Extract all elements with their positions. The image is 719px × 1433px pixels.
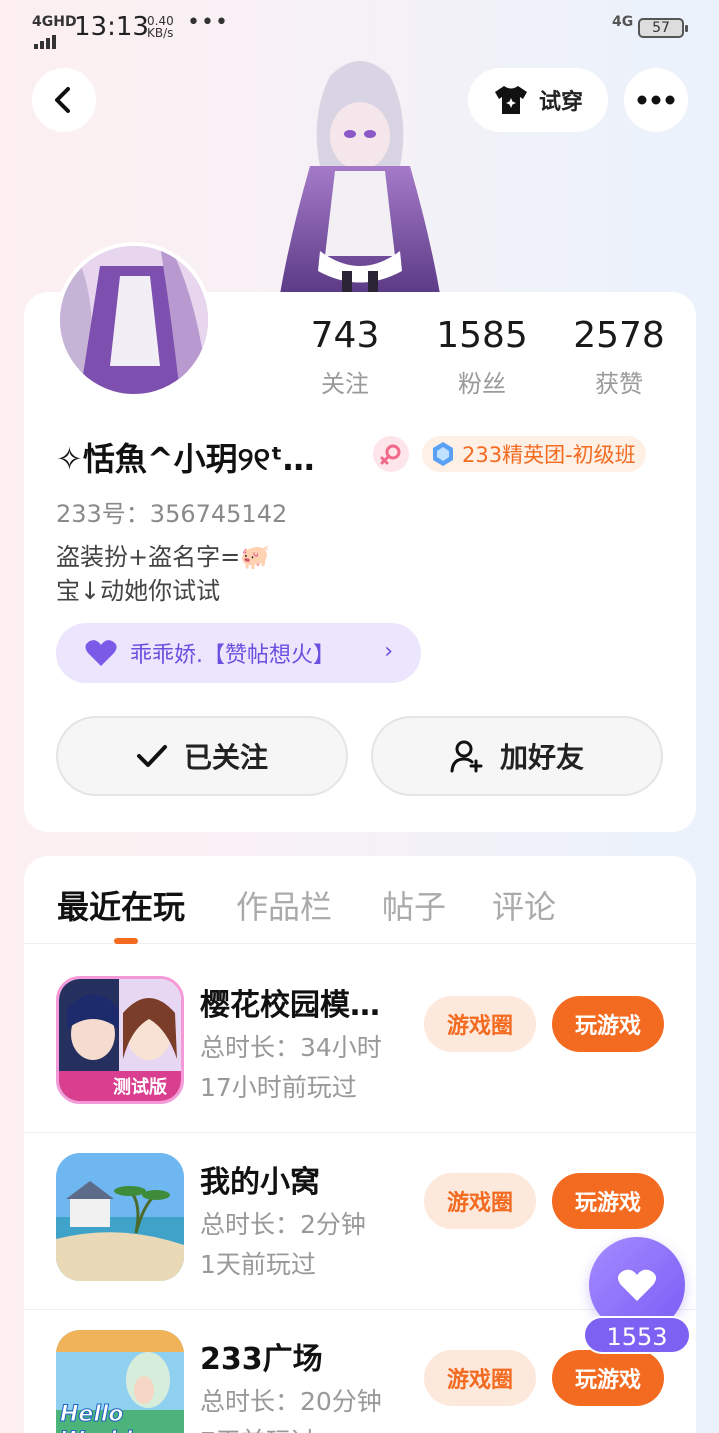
- active-tab-indicator: [114, 938, 138, 944]
- game-last-played: 17小时前玩过: [200, 1073, 357, 1102]
- network-speed: 0.40 KB/s: [147, 14, 174, 40]
- more-dots-icon: [637, 95, 675, 105]
- user-bio: 盗装扮+盗名字=🐖 宝↓动她你试试: [56, 543, 271, 605]
- tab-works[interactable]: 作品栏: [236, 882, 332, 928]
- tab-recent-played[interactable]: 最近在玩: [57, 882, 185, 928]
- game-last-played: 7天前玩过: [200, 1422, 316, 1433]
- game-item[interactable]: 测试版 樱花校园模… 总时长：34小时 17小时前玩过 游戏圈 玩游戏: [24, 956, 696, 1133]
- guild-label: 乖乖娇.【赞帖想火】: [130, 643, 335, 668]
- chevron-left-icon: [55, 87, 70, 113]
- game-circle-button[interactable]: 游戏圈: [424, 1350, 536, 1406]
- profile-tabs: 最近在玩 作品栏 帖子 评论: [24, 856, 696, 944]
- notification-dots: •••: [187, 10, 229, 35]
- network-type: 4GHD: [32, 14, 77, 30]
- status-bar: 4GHD 13:13 0.40 KB/s ••• 4G 57: [0, 0, 719, 56]
- avatar-figure: [270, 56, 450, 294]
- game-duration: 总时长：2分钟: [200, 1210, 366, 1239]
- back-button[interactable]: [32, 68, 96, 132]
- followed-button[interactable]: 已关注: [56, 716, 348, 796]
- play-game-button[interactable]: 玩游戏: [552, 1173, 664, 1229]
- following-stat[interactable]: 743 关注: [275, 316, 415, 399]
- heart-icon: [617, 1269, 657, 1301]
- followed-label: 已关注: [183, 741, 268, 774]
- tab-comments[interactable]: 评论: [492, 882, 556, 928]
- stat-label: 获赞: [595, 370, 643, 398]
- game-icon-label: Hello World: [60, 1402, 133, 1433]
- stat-value: 743: [310, 315, 380, 356]
- badge-label: 233精英团-初级班: [462, 443, 636, 467]
- user-name: ✧恬魚^小玥୨୧ᵗ…: [56, 440, 315, 478]
- female-icon: [373, 436, 409, 472]
- game-title: 樱花校园模…: [200, 988, 380, 1023]
- game-circle-button[interactable]: 游戏圈: [424, 1173, 536, 1229]
- game-icon: [56, 1153, 184, 1281]
- stat-value: 1585: [436, 315, 528, 356]
- fans-stat[interactable]: 1585 粉丝: [412, 316, 552, 399]
- check-icon: [136, 745, 167, 767]
- stat-label: 关注: [321, 370, 369, 398]
- game-icon: Hello World: [56, 1330, 184, 1433]
- game-duration: 总时长：20分钟: [200, 1387, 382, 1416]
- game-title: 我的小窝: [200, 1165, 320, 1200]
- game-title: 233广场: [200, 1342, 323, 1377]
- add-friend-button[interactable]: 加好友: [371, 716, 663, 796]
- heart-icon: [85, 640, 117, 666]
- chevron-right-icon: ›: [384, 639, 393, 664]
- user-id[interactable]: 233号：356745142: [56, 494, 287, 529]
- shirt-icon: [494, 86, 527, 114]
- play-game-button[interactable]: 玩游戏: [552, 996, 664, 1052]
- game-circle-button[interactable]: 游戏圈: [424, 996, 536, 1052]
- battery-indicator: 57: [638, 18, 688, 38]
- avatar[interactable]: [56, 242, 212, 398]
- more-button[interactable]: [624, 68, 688, 132]
- game-duration: 总时长：34小时: [200, 1033, 382, 1062]
- network-type-right: 4G: [612, 14, 634, 30]
- add-user-icon: [450, 740, 483, 773]
- game-icon: 测试版: [56, 976, 184, 1104]
- gem-icon: [433, 442, 453, 466]
- game-icon-label: 测试版: [113, 1077, 167, 1098]
- like-count: 1553: [583, 1316, 691, 1354]
- game-last-played: 1天前玩过: [200, 1250, 316, 1279]
- likes-stat[interactable]: 2578 获赞: [549, 316, 689, 399]
- stat-value: 2578: [573, 315, 665, 356]
- try-on-button[interactable]: 试穿: [468, 68, 608, 132]
- tab-posts[interactable]: 帖子: [382, 882, 446, 928]
- elite-group-badge[interactable]: 233精英团-初级班: [422, 436, 646, 472]
- signal-icon: [34, 30, 58, 49]
- add-friend-label: 加好友: [499, 741, 584, 774]
- stat-label: 粉丝: [458, 370, 506, 398]
- play-game-button[interactable]: 玩游戏: [552, 1350, 664, 1406]
- try-on-label: 试穿: [538, 90, 583, 115]
- clock: 13:13: [74, 12, 149, 42]
- guild-link[interactable]: 乖乖娇.【赞帖想火】 ›: [56, 623, 421, 683]
